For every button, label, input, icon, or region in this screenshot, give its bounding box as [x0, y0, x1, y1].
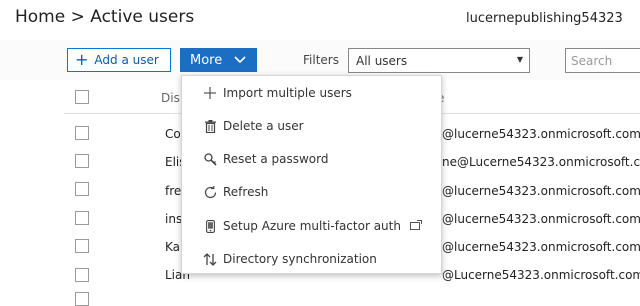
menu-item-label: Setup Azure multi-factor auth — [223, 219, 401, 233]
add-user-label: Add a user — [94, 53, 159, 67]
row-checkbox[interactable] — [75, 211, 89, 225]
row-checkbox[interactable] — [75, 154, 89, 168]
more-button[interactable]: More — [180, 48, 257, 72]
more-label: More — [190, 52, 223, 68]
row-display-name[interactable]: fre — [165, 184, 181, 198]
row-display-name[interactable]: Co — [165, 127, 181, 141]
row-checkbox[interactable] — [75, 268, 89, 282]
row-checkbox[interactable] — [75, 182, 89, 196]
chevron-down-icon — [234, 53, 246, 68]
phone-icon — [203, 219, 217, 233]
search-placeholder: Search — [571, 53, 613, 68]
tenant-name: lucernepublishing54323 — [466, 11, 623, 26]
filter-select[interactable]: All users ▼ — [348, 48, 530, 73]
refresh-icon — [203, 185, 217, 199]
dropdown-arrow-icon: ▼ — [516, 55, 523, 64]
row-checkbox[interactable] — [75, 126, 89, 140]
filters-label: Filters — [303, 53, 339, 67]
add-user-button[interactable]: + Add a user — [67, 48, 171, 72]
row-username: @Lucerne54323.onmicrosoft.com — [442, 268, 640, 282]
row-display-name[interactable]: Ka — [165, 240, 180, 254]
trash-icon — [203, 119, 217, 133]
menu-item-label: Reset a password — [223, 152, 329, 166]
more-menu: Import multiple users Delete a user Rese… — [181, 75, 442, 274]
menu-item-label: Import multiple users — [223, 86, 352, 100]
sync-icon — [203, 252, 217, 266]
row-username: @lucerne54323.onmicrosoft.com — [442, 240, 640, 254]
menu-item-delete-user[interactable]: Delete a user — [182, 111, 441, 141]
menu-item-setup-mfa[interactable]: Setup Azure multi-factor auth — [182, 211, 441, 241]
filter-value: All users — [356, 53, 408, 68]
row-checkbox[interactable] — [75, 292, 89, 306]
menu-item-reset-password[interactable]: Reset a password — [182, 144, 441, 174]
column-header-display-name[interactable]: Dis — [161, 91, 180, 105]
row-username: @lucerne54323.onmicrosoft.com — [442, 212, 640, 226]
row-username: @lucerne54323.onmicrosoft.com — [442, 184, 640, 198]
menu-item-label: Refresh — [223, 185, 269, 199]
menu-item-label: Delete a user — [223, 119, 304, 133]
external-link-icon — [409, 219, 422, 233]
menu-item-refresh[interactable]: Refresh — [182, 177, 441, 207]
plus-icon: + — [75, 50, 89, 69]
row-username: @lucerne54323.onmicrosoft.com — [442, 127, 640, 141]
row-checkbox[interactable] — [75, 239, 89, 253]
menu-item-label: Directory synchronization — [223, 252, 377, 266]
plus-icon — [203, 87, 217, 99]
key-icon — [203, 152, 217, 166]
row-username: ne@Lucerne54323.onmicrosoft.com — [442, 155, 640, 169]
select-all-checkbox[interactable] — [75, 90, 89, 104]
menu-item-import-multiple-users[interactable]: Import multiple users — [182, 78, 441, 108]
breadcrumb: Home > Active users — [15, 7, 195, 27]
menu-item-directory-sync[interactable]: Directory synchronization — [182, 244, 441, 274]
row-display-name[interactable]: ins — [165, 212, 182, 226]
search-input[interactable]: Search — [565, 48, 640, 73]
